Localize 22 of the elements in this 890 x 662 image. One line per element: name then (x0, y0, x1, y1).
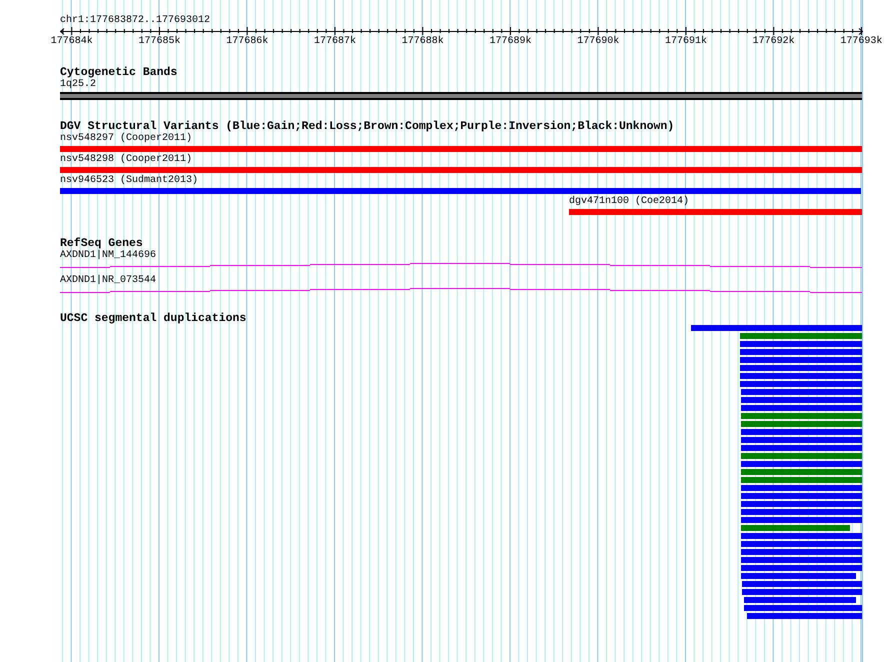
ruler-label: 177692k (752, 36, 795, 48)
track-title: RefSeq Genes (60, 237, 143, 250)
feature-label: AXDND1|NR_073544 (60, 275, 156, 287)
ruler-label: 177690k (577, 36, 620, 48)
feature-label: dgv471n100 (Coe2014) (569, 196, 690, 208)
track-title: DGV Structural Variants (Blue:Gain;Red:Loss;Brown:Complex;Purple:Inversion;Black:Unknown) (60, 120, 676, 133)
feature-label: nsv548297 (Cooper2011) (60, 133, 192, 145)
feature-label: AXDND1|NM_144696 (60, 250, 156, 262)
location-label: chr1:177683872..177693012 (60, 15, 210, 27)
ruler-label: 177685k (138, 36, 180, 48)
feature-label: nsv548298 (Cooper2011) (60, 154, 192, 166)
feature-label: 1q25.2 (60, 79, 96, 91)
ruler-label: 177686k (226, 36, 268, 48)
ruler-label: 177689k (489, 36, 532, 48)
ruler-label: 177684k (50, 36, 93, 48)
feature-label: nsv946523 (Sudmant2013) (60, 175, 198, 187)
ruler-label: 177693k (840, 36, 882, 48)
track-title: UCSC segmental duplications (60, 312, 248, 325)
track-title: Cytogenetic Bands (60, 66, 178, 79)
ruler-label: 177687k (314, 36, 356, 48)
ruler-label: 177688k (402, 36, 444, 48)
ruler-label: 177691k (664, 36, 707, 48)
